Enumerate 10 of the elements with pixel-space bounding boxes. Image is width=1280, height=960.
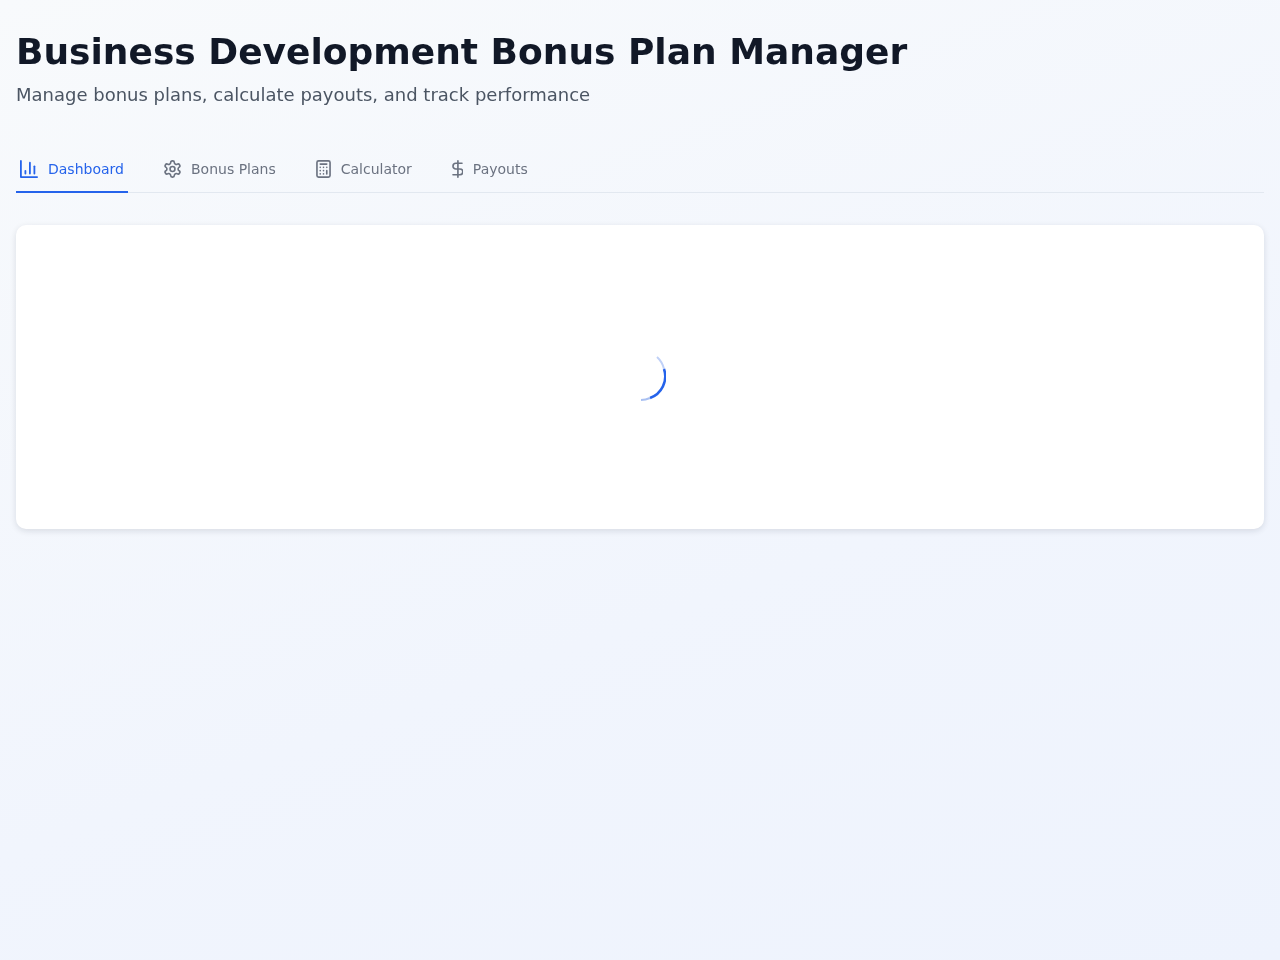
page-subtitle: Manage bonus plans, calculate payouts, and track performance [16, 83, 592, 107]
calculator-icon [315, 160, 331, 178]
dollar-icon [451, 160, 463, 178]
page-title: Business Development Bonus Plan Manager [16, 30, 909, 74]
tab[interactable]: Payouts [447, 146, 532, 193]
settings-icon [163, 160, 181, 178]
tab[interactable]: Dashboard [16, 146, 128, 193]
tab[interactable]: Bonus Plans [159, 146, 280, 193]
bar-chart-icon [20, 160, 38, 178]
tab[interactable]: Calculator [311, 146, 416, 193]
